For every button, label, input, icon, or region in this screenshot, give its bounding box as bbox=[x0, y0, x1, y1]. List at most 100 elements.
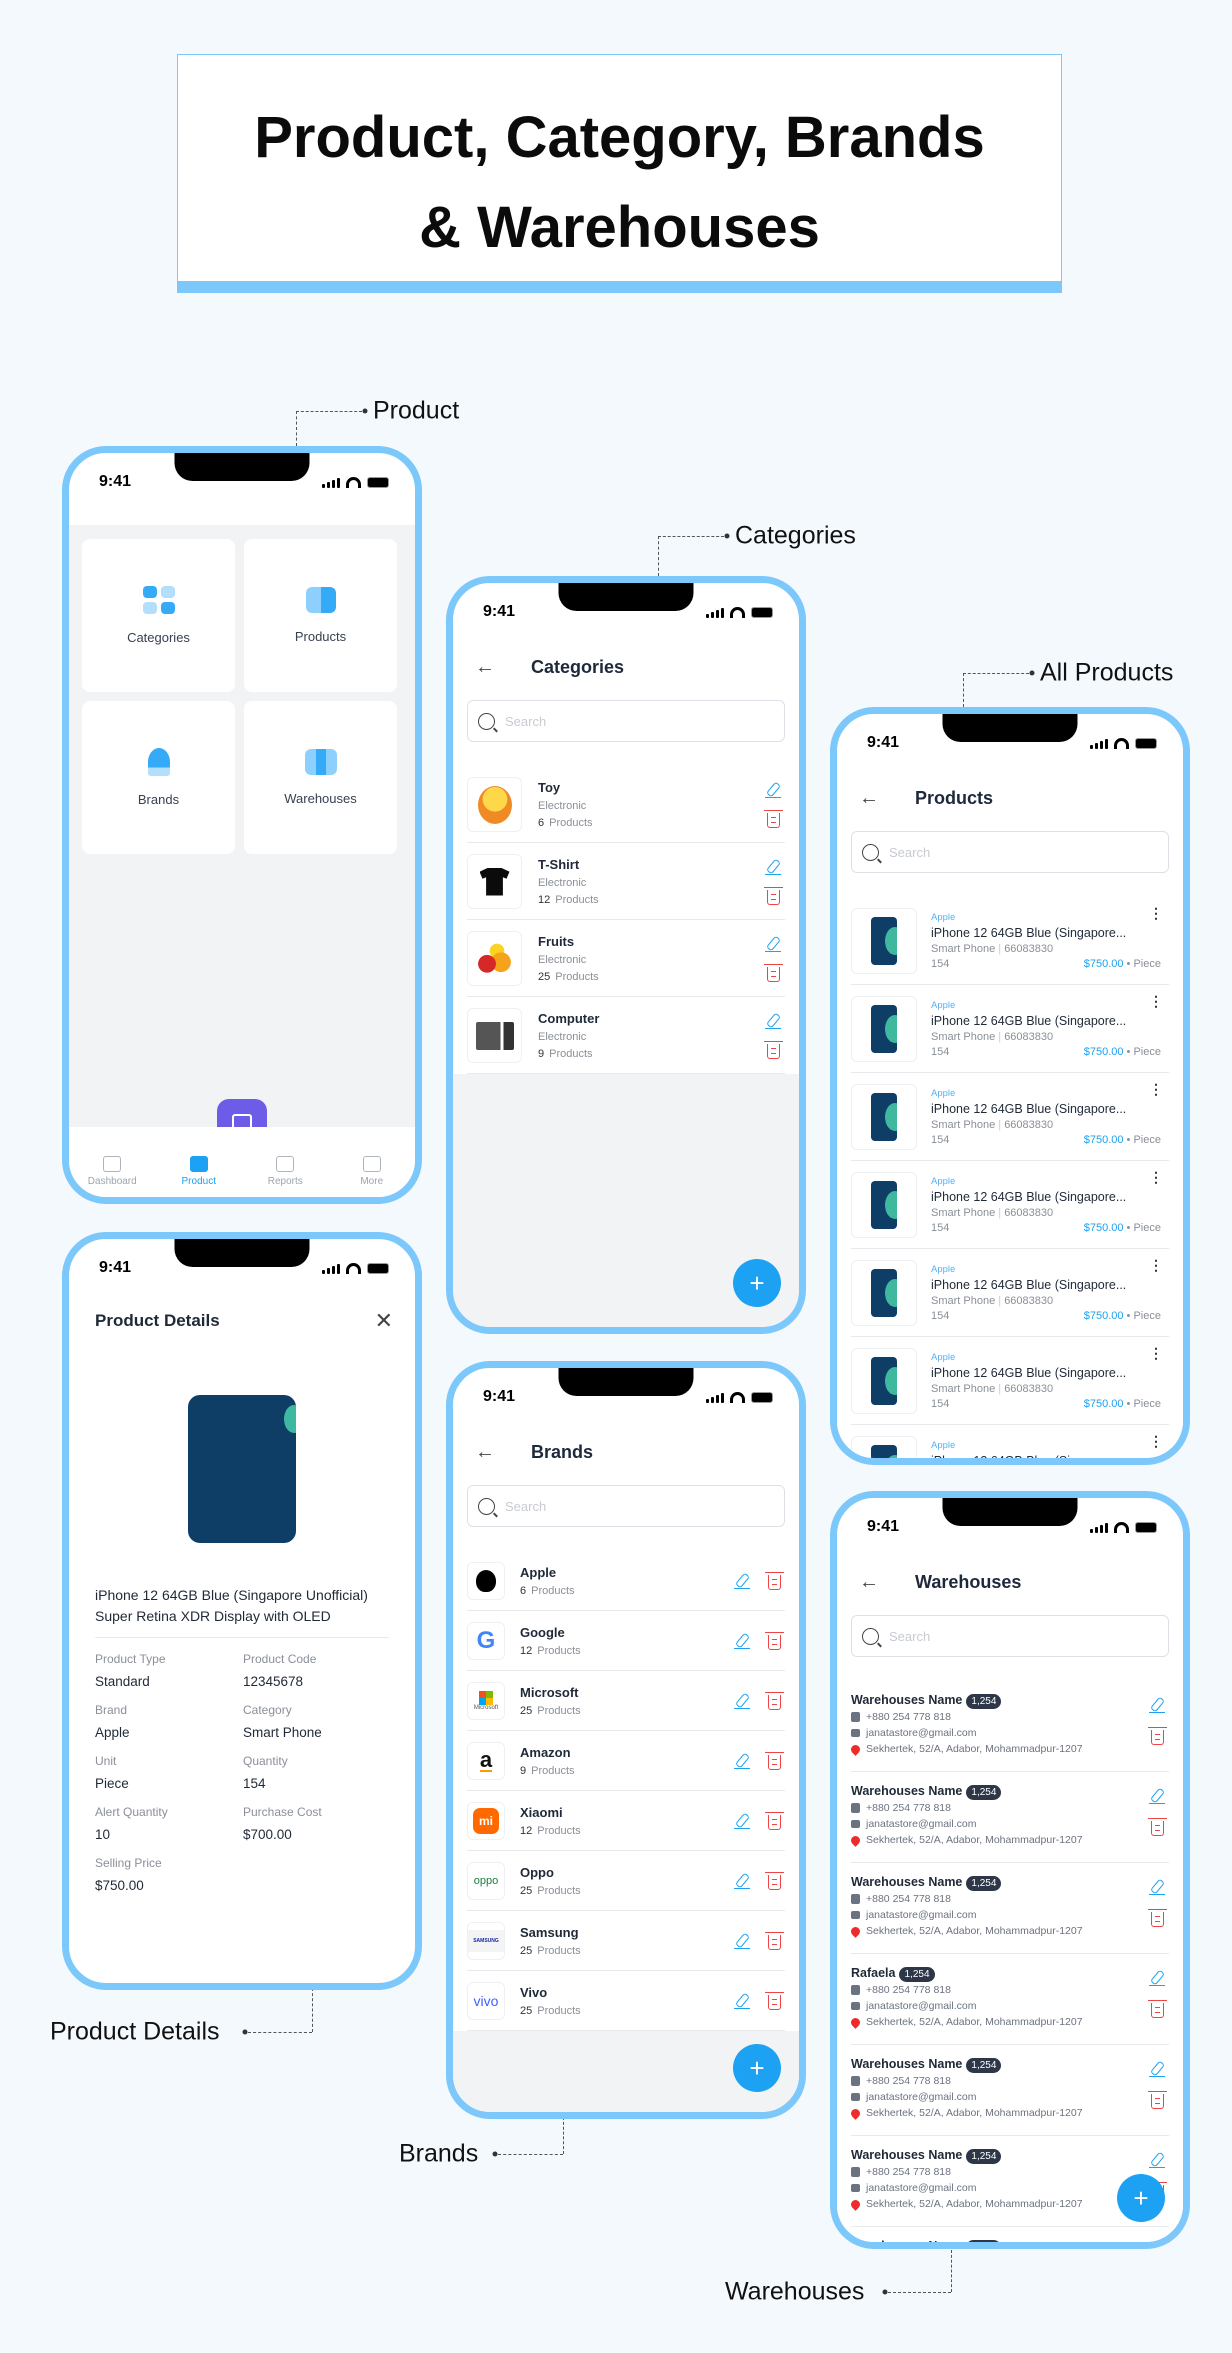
edit-icon[interactable] bbox=[1149, 1879, 1165, 1895]
search-input[interactable] bbox=[889, 1628, 1134, 1644]
search-input[interactable] bbox=[505, 1498, 750, 1514]
kebab-menu-icon[interactable]: ⋮ bbox=[1149, 906, 1163, 920]
detail-label: Product Type bbox=[95, 1652, 166, 1666]
add-brand-button[interactable]: + bbox=[733, 2044, 781, 2092]
brand-item[interactable]: oppo Oppo 25 Products bbox=[453, 1851, 799, 1911]
edit-icon[interactable] bbox=[734, 1993, 750, 2009]
nav-reports[interactable]: Reports bbox=[250, 1156, 320, 1187]
edit-icon[interactable] bbox=[734, 1753, 750, 1769]
trash-icon[interactable] bbox=[1147, 1818, 1167, 1836]
search-field[interactable] bbox=[851, 831, 1169, 873]
warehouse-item[interactable]: Warehouses Name1,254 +880 254 778 818 ja… bbox=[837, 1772, 1183, 1863]
edit-icon[interactable] bbox=[1149, 1697, 1165, 1713]
brand-item[interactable]: a Amazon 9 Products bbox=[453, 1731, 799, 1791]
trash-icon[interactable] bbox=[765, 1752, 784, 1770]
trash-icon[interactable] bbox=[763, 1040, 783, 1059]
edit-icon[interactable] bbox=[1149, 2061, 1165, 2077]
category-item[interactable]: Fruits Electronic 25 Products bbox=[453, 920, 799, 997]
edit-icon[interactable] bbox=[765, 936, 781, 952]
count-value: 25 bbox=[520, 1945, 533, 1957]
trash-icon[interactable] bbox=[763, 963, 783, 982]
search-input[interactable] bbox=[505, 713, 750, 729]
back-arrow-icon[interactable]: ← bbox=[475, 656, 531, 679]
trash-icon[interactable] bbox=[1147, 1909, 1167, 1927]
edit-icon[interactable] bbox=[734, 1693, 750, 1709]
edit-icon[interactable] bbox=[765, 1013, 781, 1029]
kebab-menu-icon[interactable]: ⋮ bbox=[1149, 1170, 1163, 1184]
brand-item[interactable]: mi Xiaomi 12 Products bbox=[453, 1791, 799, 1851]
edit-icon[interactable] bbox=[734, 1633, 750, 1649]
trash-icon[interactable] bbox=[765, 1572, 784, 1590]
trash-icon[interactable] bbox=[765, 1692, 784, 1710]
edit-icon[interactable] bbox=[765, 859, 781, 875]
trash-icon[interactable] bbox=[765, 1812, 784, 1830]
edit-icon[interactable] bbox=[1149, 1970, 1165, 1986]
edit-icon[interactable] bbox=[734, 1573, 750, 1589]
search-field[interactable] bbox=[467, 700, 785, 742]
kebab-menu-icon[interactable]: ⋮ bbox=[1149, 1434, 1163, 1448]
edit-icon[interactable] bbox=[765, 782, 781, 798]
nav-label: Reports bbox=[267, 1176, 303, 1187]
back-arrow-icon[interactable]: ← bbox=[475, 1441, 531, 1464]
warehouse-item[interactable]: Warehouses Name1,254 +880 254 778 818 ja… bbox=[837, 1863, 1183, 1954]
wifi-icon bbox=[730, 607, 745, 618]
back-arrow-icon[interactable]: ← bbox=[859, 787, 915, 810]
kebab-menu-icon[interactable]: ⋮ bbox=[1149, 994, 1163, 1008]
trash-icon[interactable] bbox=[765, 1932, 784, 1950]
edit-icon[interactable] bbox=[1149, 2152, 1165, 2168]
trash-icon[interactable] bbox=[1147, 2091, 1167, 2109]
add-warehouse-button[interactable]: + bbox=[1117, 2174, 1165, 2222]
brand-item[interactable]: SAMSUNG Samsung 25 Products bbox=[453, 1911, 799, 1971]
close-icon[interactable]: ✕ bbox=[375, 1308, 393, 1334]
nav-product[interactable]: Product bbox=[164, 1156, 234, 1187]
trash-icon[interactable] bbox=[763, 809, 783, 828]
status-bar: 9:41 bbox=[69, 1239, 415, 1299]
warehouse-item[interactable]: Warehouses Name1,254 +880 254 778 818 ja… bbox=[837, 2045, 1183, 2136]
category-count: 12 Products bbox=[538, 894, 765, 906]
kebab-menu-icon[interactable]: ⋮ bbox=[1149, 1346, 1163, 1360]
product-item[interactable]: Apple iPhone 12 64GB Blue (Singapore... … bbox=[837, 1073, 1183, 1161]
card-warehouses[interactable]: Warehouses bbox=[244, 701, 397, 854]
category-item[interactable]: Computer Electronic 9 Products bbox=[453, 997, 799, 1074]
product-item[interactable]: Apple iPhone 12 64GB Blue (Singapore... … bbox=[837, 1337, 1183, 1425]
edit-icon[interactable] bbox=[1149, 1788, 1165, 1804]
search-field[interactable] bbox=[851, 1615, 1169, 1657]
kebab-menu-icon[interactable]: ⋮ bbox=[1149, 1258, 1163, 1272]
category-item[interactable]: Toy Electronic 6 Products bbox=[453, 766, 799, 843]
product-item[interactable]: Apple iPhone 12 64GB Blue (Singapore... … bbox=[837, 1161, 1183, 1249]
kebab-menu-icon[interactable]: ⋮ bbox=[1149, 1082, 1163, 1096]
add-category-button[interactable]: + bbox=[733, 1259, 781, 1307]
trash-icon[interactable] bbox=[1147, 2000, 1167, 2018]
brand-item[interactable]: Apple 6 Products bbox=[453, 1551, 799, 1611]
trash-icon[interactable] bbox=[763, 886, 783, 905]
trash-icon[interactable] bbox=[765, 1872, 784, 1890]
product-qty: 154 bbox=[931, 1398, 950, 1410]
warehouse-item[interactable]: Rafaela 1,254 +880 254 778 818 janatastor… bbox=[837, 1954, 1183, 2045]
search-field[interactable] bbox=[467, 1485, 785, 1527]
nav-dashboard[interactable]: Dashboard bbox=[77, 1156, 147, 1187]
card-brands[interactable]: Brands bbox=[82, 701, 235, 854]
trash-icon[interactable] bbox=[765, 1992, 784, 2010]
product-item[interactable]: Apple iPhone 12 64GB Blue (Singapore... … bbox=[837, 1425, 1183, 1458]
nav-more[interactable]: More bbox=[337, 1156, 407, 1187]
card-products[interactable]: Products bbox=[244, 539, 397, 692]
edit-icon[interactable] bbox=[734, 1933, 750, 1949]
warehouse-item[interactable]: Warehouses Name1,254 +880 254 778 818 ja… bbox=[837, 2227, 1183, 2249]
brand-item[interactable]: G Google 12 Products bbox=[453, 1611, 799, 1671]
edit-icon[interactable] bbox=[734, 1873, 750, 1889]
trash-icon[interactable] bbox=[765, 1632, 784, 1650]
product-item[interactable]: Apple iPhone 12 64GB Blue (Singapore... … bbox=[837, 897, 1183, 985]
brand-item[interactable]: Microsoft Microsoft 25 Products bbox=[453, 1671, 799, 1731]
search-input[interactable] bbox=[889, 844, 1134, 860]
phone-product-home: 9:41 Categories Products Brands Warehouses … bbox=[62, 446, 422, 1204]
edit-icon[interactable] bbox=[734, 1813, 750, 1829]
card-categories[interactable]: Categories bbox=[82, 539, 235, 692]
product-item[interactable]: Apple iPhone 12 64GB Blue (Singapore... … bbox=[837, 1249, 1183, 1337]
warehouse-item[interactable]: Warehouses Name1,254 +880 254 778 818 ja… bbox=[837, 1681, 1183, 1772]
edit-icon[interactable] bbox=[1149, 2243, 1165, 2249]
category-item[interactable]: T-Shirt Electronic 12 Products bbox=[453, 843, 799, 920]
back-arrow-icon[interactable]: ← bbox=[859, 1571, 915, 1594]
brand-item[interactable]: vivo Vivo 25 Products bbox=[453, 1971, 799, 2031]
trash-icon[interactable] bbox=[1147, 1727, 1167, 1745]
product-item[interactable]: Apple iPhone 12 64GB Blue (Singapore... … bbox=[837, 985, 1183, 1073]
